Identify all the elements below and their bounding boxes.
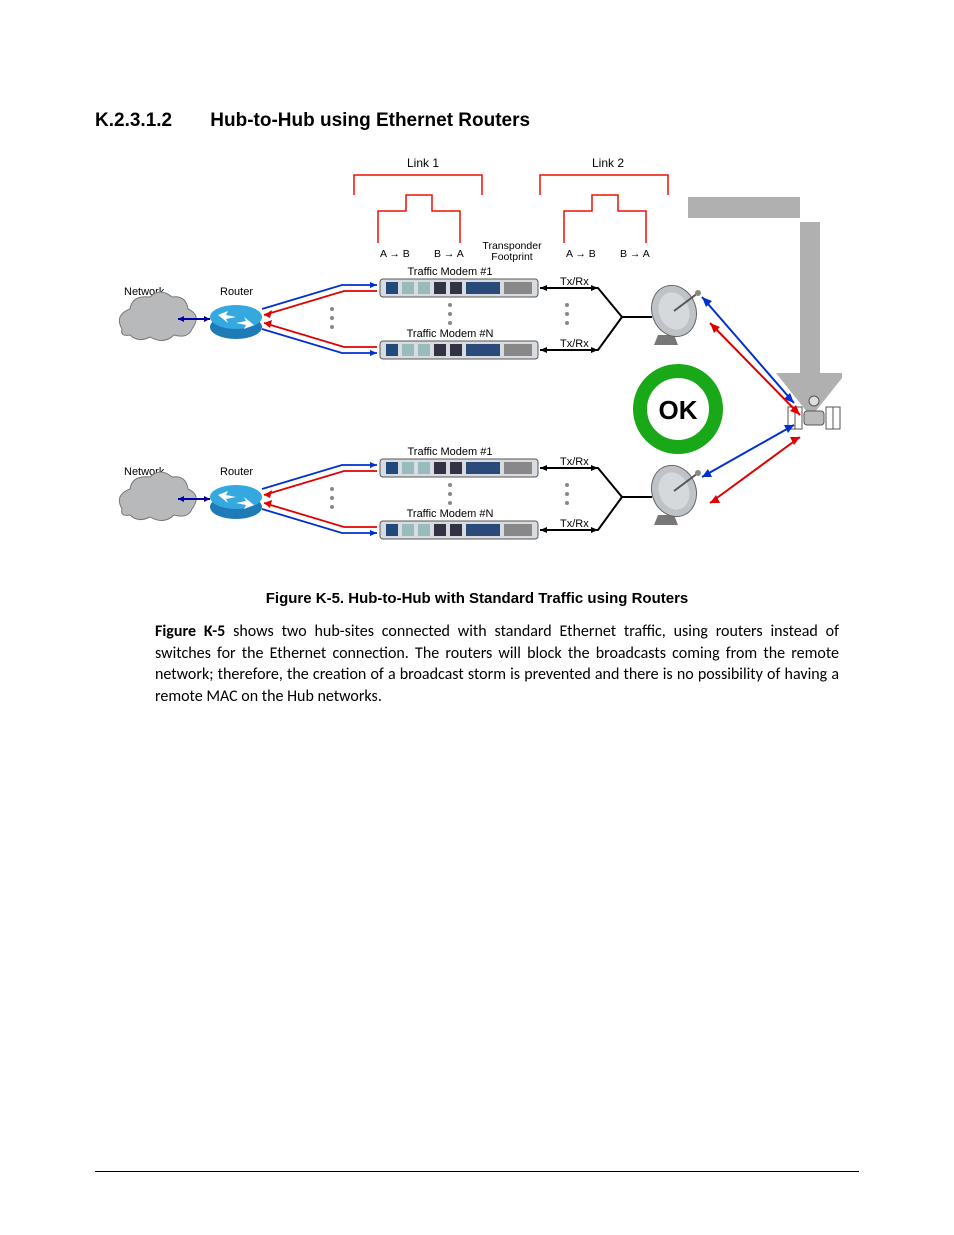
figure-diagram: Link 1 Link 2 A → B B → A A → B B → A Tr… (112, 157, 842, 577)
dots-icon (330, 303, 569, 329)
txrx-label: Tx/Rx (560, 456, 589, 468)
link2-bracket (540, 175, 668, 243)
modem-icon (380, 279, 538, 297)
transponder-label-2: Footprint (491, 251, 533, 263)
combiner-lines (540, 288, 652, 350)
router-modem-lines (262, 282, 377, 356)
modem1-label-b: Traffic Modem #1 (408, 446, 493, 458)
modemN-label-a: Traffic Modem #N (407, 328, 494, 340)
ab-label-1: A → B (380, 248, 410, 260)
section-number: K.2.3.1.2 (95, 110, 205, 132)
body-paragraph: Figure K-5 shows two hub-sites connected… (155, 621, 839, 707)
dots-icon (330, 483, 569, 509)
cloud-icon (119, 472, 196, 521)
dish-icon (644, 459, 703, 525)
figure-caption: Figure K-5. Hub-to-Hub with Standard Tra… (112, 590, 842, 607)
footer-rule (95, 1171, 859, 1172)
section-heading: K.2.3.1.2 Hub-to-Hub using Ethernet Rout… (95, 110, 859, 132)
cloud-icon (119, 292, 196, 341)
txrx-label: Tx/Rx (560, 276, 589, 288)
ab-label-2: A → B (566, 248, 596, 260)
section-title: Hub-to-Hub using Ethernet Routers (210, 110, 530, 131)
modemN-label-b: Traffic Modem #N (407, 508, 494, 520)
link2-label: Link 2 (592, 157, 624, 170)
hub-site-b: Network Router Traffic Modem #1 (119, 446, 703, 539)
modem1-label-a: Traffic Modem #1 (408, 266, 493, 278)
hub-site-a: Network Router Traffic Modem #1 (119, 266, 703, 359)
txrx-label: Tx/Rx (560, 338, 589, 350)
dish-icon (644, 279, 703, 345)
link1-bracket (354, 175, 482, 243)
paragraph-text: shows two hub-sites connected with stand… (155, 622, 839, 706)
modem-icon (380, 459, 538, 477)
modem-icon (380, 341, 538, 359)
router-icon (210, 485, 262, 519)
ba-label-2: B → A (620, 248, 650, 260)
modem-icon (380, 521, 538, 539)
router-icon (210, 305, 262, 339)
router-label-b: Router (220, 466, 253, 478)
figure-ref: Figure K-5 (155, 622, 225, 641)
ok-text: OK (659, 395, 698, 425)
ba-label-1: B → A (434, 248, 464, 260)
router-label-a: Router (220, 286, 253, 298)
link1-label: Link 1 (407, 157, 439, 170)
txrx-label: Tx/Rx (560, 518, 589, 530)
ok-badge-icon: OK (640, 371, 716, 447)
